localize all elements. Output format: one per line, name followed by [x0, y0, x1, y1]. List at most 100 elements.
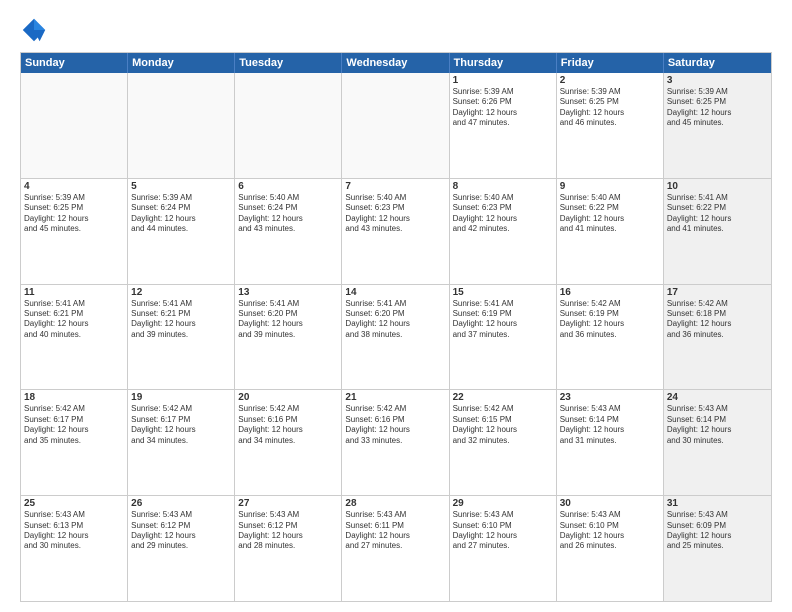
cell-info: Sunrise: 5:40 AM Sunset: 6:24 PM Dayligh… [238, 193, 338, 235]
day-number: 11 [24, 287, 124, 298]
cell-info: Sunrise: 5:41 AM Sunset: 6:19 PM Dayligh… [453, 299, 553, 341]
cell-info: Sunrise: 5:43 AM Sunset: 6:10 PM Dayligh… [453, 510, 553, 552]
header-day-monday: Monday [128, 53, 235, 73]
cell-info: Sunrise: 5:39 AM Sunset: 6:24 PM Dayligh… [131, 193, 231, 235]
cell-info: Sunrise: 5:41 AM Sunset: 6:20 PM Dayligh… [345, 299, 445, 341]
calendar-cell-15: 15Sunrise: 5:41 AM Sunset: 6:19 PM Dayli… [450, 285, 557, 390]
calendar-cell-20: 20Sunrise: 5:42 AM Sunset: 6:16 PM Dayli… [235, 390, 342, 495]
calendar-cell-9: 9Sunrise: 5:40 AM Sunset: 6:22 PM Daylig… [557, 179, 664, 284]
calendar-cell-14: 14Sunrise: 5:41 AM Sunset: 6:20 PM Dayli… [342, 285, 449, 390]
calendar-cell-2: 2Sunrise: 5:39 AM Sunset: 6:25 PM Daylig… [557, 73, 664, 178]
calendar-row-2: 11Sunrise: 5:41 AM Sunset: 6:21 PM Dayli… [21, 284, 771, 390]
cell-info: Sunrise: 5:41 AM Sunset: 6:21 PM Dayligh… [24, 299, 124, 341]
cell-info: Sunrise: 5:43 AM Sunset: 6:14 PM Dayligh… [560, 404, 660, 446]
cell-info: Sunrise: 5:43 AM Sunset: 6:11 PM Dayligh… [345, 510, 445, 552]
day-number: 3 [667, 75, 768, 86]
day-number: 24 [667, 392, 768, 403]
header-day-saturday: Saturday [664, 53, 771, 73]
calendar-cell-5: 5Sunrise: 5:39 AM Sunset: 6:24 PM Daylig… [128, 179, 235, 284]
day-number: 25 [24, 498, 124, 509]
cell-info: Sunrise: 5:43 AM Sunset: 6:13 PM Dayligh… [24, 510, 124, 552]
calendar-row-3: 18Sunrise: 5:42 AM Sunset: 6:17 PM Dayli… [21, 389, 771, 495]
header [20, 16, 772, 44]
header-day-sunday: Sunday [21, 53, 128, 73]
day-number: 21 [345, 392, 445, 403]
cell-info: Sunrise: 5:40 AM Sunset: 6:23 PM Dayligh… [345, 193, 445, 235]
day-number: 30 [560, 498, 660, 509]
cell-info: Sunrise: 5:42 AM Sunset: 6:16 PM Dayligh… [345, 404, 445, 446]
day-number: 5 [131, 181, 231, 192]
calendar-cell-10: 10Sunrise: 5:41 AM Sunset: 6:22 PM Dayli… [664, 179, 771, 284]
day-number: 19 [131, 392, 231, 403]
day-number: 16 [560, 287, 660, 298]
day-number: 18 [24, 392, 124, 403]
day-number: 1 [453, 75, 553, 86]
cell-info: Sunrise: 5:39 AM Sunset: 6:25 PM Dayligh… [560, 87, 660, 129]
calendar-row-4: 25Sunrise: 5:43 AM Sunset: 6:13 PM Dayli… [21, 495, 771, 601]
cell-info: Sunrise: 5:39 AM Sunset: 6:25 PM Dayligh… [667, 87, 768, 129]
calendar-cell-empty-0-3 [342, 73, 449, 178]
cell-info: Sunrise: 5:42 AM Sunset: 6:16 PM Dayligh… [238, 404, 338, 446]
calendar-cell-28: 28Sunrise: 5:43 AM Sunset: 6:11 PM Dayli… [342, 496, 449, 601]
day-number: 28 [345, 498, 445, 509]
day-number: 26 [131, 498, 231, 509]
day-number: 27 [238, 498, 338, 509]
cell-info: Sunrise: 5:42 AM Sunset: 6:18 PM Dayligh… [667, 299, 768, 341]
day-number: 20 [238, 392, 338, 403]
calendar-header: SundayMondayTuesdayWednesdayThursdayFrid… [21, 53, 771, 73]
calendar-body: 1Sunrise: 5:39 AM Sunset: 6:26 PM Daylig… [21, 73, 771, 601]
cell-info: Sunrise: 5:42 AM Sunset: 6:17 PM Dayligh… [24, 404, 124, 446]
day-number: 17 [667, 287, 768, 298]
cell-info: Sunrise: 5:43 AM Sunset: 6:12 PM Dayligh… [131, 510, 231, 552]
day-number: 4 [24, 181, 124, 192]
calendar-cell-empty-0-2 [235, 73, 342, 178]
calendar-cell-7: 7Sunrise: 5:40 AM Sunset: 6:23 PM Daylig… [342, 179, 449, 284]
calendar-row-1: 4Sunrise: 5:39 AM Sunset: 6:25 PM Daylig… [21, 178, 771, 284]
calendar-cell-31: 31Sunrise: 5:43 AM Sunset: 6:09 PM Dayli… [664, 496, 771, 601]
cell-info: Sunrise: 5:41 AM Sunset: 6:22 PM Dayligh… [667, 193, 768, 235]
cell-info: Sunrise: 5:43 AM Sunset: 6:14 PM Dayligh… [667, 404, 768, 446]
cell-info: Sunrise: 5:43 AM Sunset: 6:12 PM Dayligh… [238, 510, 338, 552]
calendar-cell-11: 11Sunrise: 5:41 AM Sunset: 6:21 PM Dayli… [21, 285, 128, 390]
cell-info: Sunrise: 5:42 AM Sunset: 6:19 PM Dayligh… [560, 299, 660, 341]
calendar-cell-18: 18Sunrise: 5:42 AM Sunset: 6:17 PM Dayli… [21, 390, 128, 495]
calendar-cell-1: 1Sunrise: 5:39 AM Sunset: 6:26 PM Daylig… [450, 73, 557, 178]
calendar-cell-23: 23Sunrise: 5:43 AM Sunset: 6:14 PM Dayli… [557, 390, 664, 495]
day-number: 22 [453, 392, 553, 403]
calendar-cell-4: 4Sunrise: 5:39 AM Sunset: 6:25 PM Daylig… [21, 179, 128, 284]
cell-info: Sunrise: 5:43 AM Sunset: 6:09 PM Dayligh… [667, 510, 768, 552]
calendar-cell-12: 12Sunrise: 5:41 AM Sunset: 6:21 PM Dayli… [128, 285, 235, 390]
day-number: 15 [453, 287, 553, 298]
header-day-friday: Friday [557, 53, 664, 73]
cell-info: Sunrise: 5:42 AM Sunset: 6:17 PM Dayligh… [131, 404, 231, 446]
calendar-cell-25: 25Sunrise: 5:43 AM Sunset: 6:13 PM Dayli… [21, 496, 128, 601]
calendar-cell-21: 21Sunrise: 5:42 AM Sunset: 6:16 PM Dayli… [342, 390, 449, 495]
cell-info: Sunrise: 5:39 AM Sunset: 6:26 PM Dayligh… [453, 87, 553, 129]
calendar-cell-27: 27Sunrise: 5:43 AM Sunset: 6:12 PM Dayli… [235, 496, 342, 601]
logo [20, 16, 52, 44]
day-number: 10 [667, 181, 768, 192]
page: SundayMondayTuesdayWednesdayThursdayFrid… [0, 0, 792, 612]
cell-info: Sunrise: 5:41 AM Sunset: 6:20 PM Dayligh… [238, 299, 338, 341]
logo-icon [20, 16, 48, 44]
calendar-cell-3: 3Sunrise: 5:39 AM Sunset: 6:25 PM Daylig… [664, 73, 771, 178]
calendar-cell-17: 17Sunrise: 5:42 AM Sunset: 6:18 PM Dayli… [664, 285, 771, 390]
cell-info: Sunrise: 5:41 AM Sunset: 6:21 PM Dayligh… [131, 299, 231, 341]
calendar-cell-6: 6Sunrise: 5:40 AM Sunset: 6:24 PM Daylig… [235, 179, 342, 284]
header-day-tuesday: Tuesday [235, 53, 342, 73]
calendar-cell-19: 19Sunrise: 5:42 AM Sunset: 6:17 PM Dayli… [128, 390, 235, 495]
calendar-cell-13: 13Sunrise: 5:41 AM Sunset: 6:20 PM Dayli… [235, 285, 342, 390]
cell-info: Sunrise: 5:42 AM Sunset: 6:15 PM Dayligh… [453, 404, 553, 446]
calendar-cell-30: 30Sunrise: 5:43 AM Sunset: 6:10 PM Dayli… [557, 496, 664, 601]
calendar-row-0: 1Sunrise: 5:39 AM Sunset: 6:26 PM Daylig… [21, 73, 771, 178]
cell-info: Sunrise: 5:40 AM Sunset: 6:22 PM Dayligh… [560, 193, 660, 235]
calendar-cell-22: 22Sunrise: 5:42 AM Sunset: 6:15 PM Dayli… [450, 390, 557, 495]
calendar-cell-16: 16Sunrise: 5:42 AM Sunset: 6:19 PM Dayli… [557, 285, 664, 390]
day-number: 31 [667, 498, 768, 509]
calendar-cell-26: 26Sunrise: 5:43 AM Sunset: 6:12 PM Dayli… [128, 496, 235, 601]
cell-info: Sunrise: 5:40 AM Sunset: 6:23 PM Dayligh… [453, 193, 553, 235]
day-number: 13 [238, 287, 338, 298]
calendar-cell-empty-0-1 [128, 73, 235, 178]
day-number: 29 [453, 498, 553, 509]
day-number: 23 [560, 392, 660, 403]
